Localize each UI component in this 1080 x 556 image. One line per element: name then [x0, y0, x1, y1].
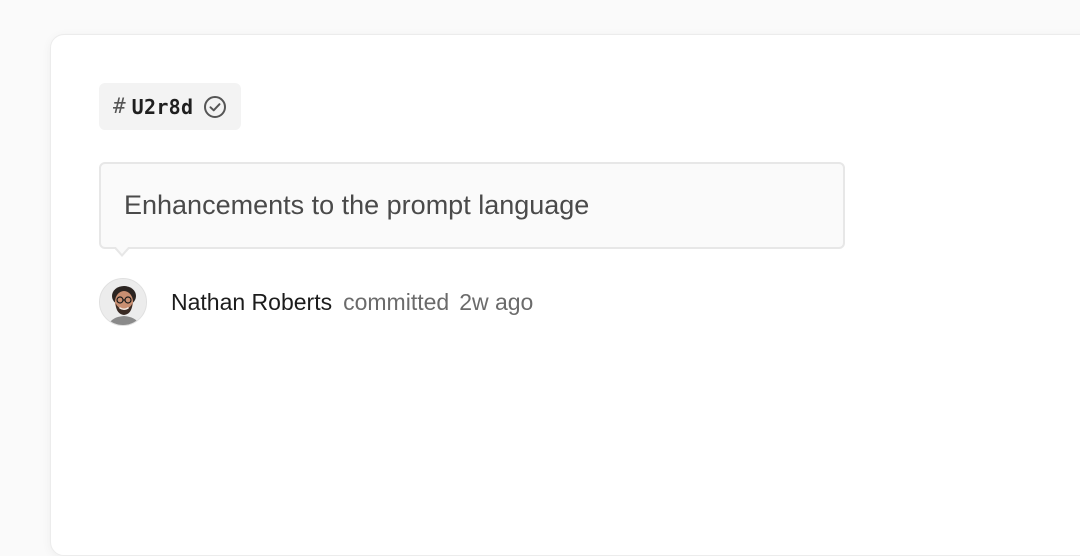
commit-message-box: Enhancements to the prompt language — [99, 162, 845, 257]
hash-icon: # — [113, 94, 126, 118]
commit-action: committed — [343, 288, 450, 315]
avatar[interactable] — [99, 278, 147, 326]
commit-card: # U2r8d Enhancements to the prompt langu… — [50, 34, 1080, 556]
commit-id: U2r8d — [131, 94, 194, 119]
commit-message: Enhancements to the prompt language — [124, 190, 590, 220]
author-row: Nathan Roberts committed 2w ago — [99, 278, 533, 326]
commit-time: 2w ago — [459, 288, 534, 315]
message-pointer-fill — [115, 246, 129, 254]
author-name[interactable]: Nathan Roberts — [171, 289, 332, 316]
check-circle-icon — [203, 95, 227, 119]
commit-id-badge[interactable]: # U2r8d — [99, 83, 242, 130]
